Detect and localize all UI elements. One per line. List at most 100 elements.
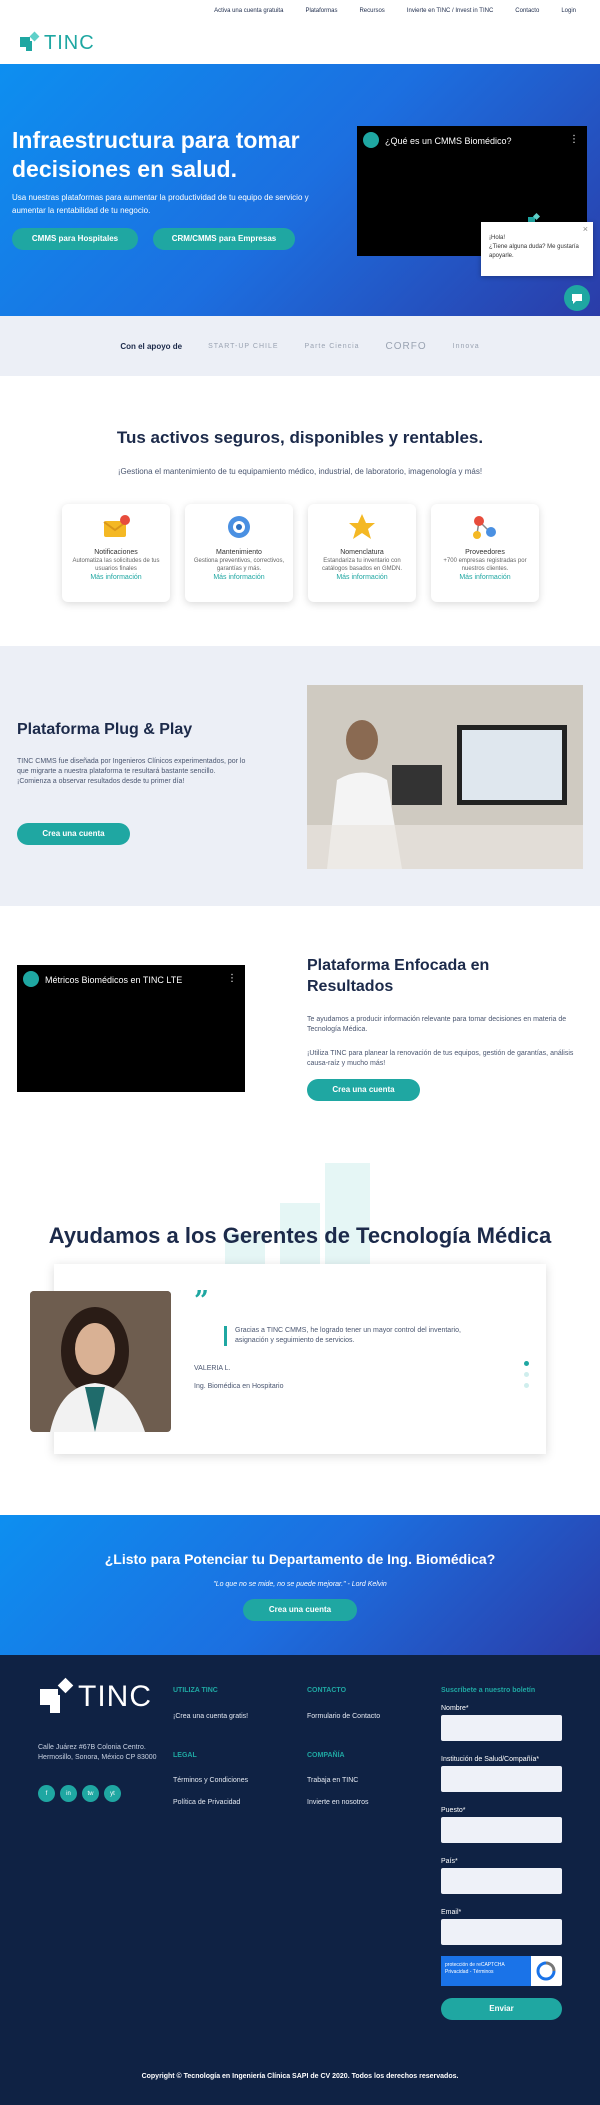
video-menu-icon[interactable]: ⋮ bbox=[569, 134, 579, 145]
create-account-button[interactable]: Crea una cuenta bbox=[307, 1079, 420, 1101]
footer-terms-link[interactable]: Términos y Condiciones bbox=[173, 1777, 248, 1784]
nav-invest-link[interactable]: Invierte en TINC / Invest in TINC bbox=[407, 8, 493, 14]
tinc-logo-icon bbox=[20, 31, 40, 51]
tinc-logo[interactable]: TINC bbox=[18, 31, 95, 55]
chat-greeting: ¡Hola! bbox=[489, 235, 506, 241]
decorative-bars bbox=[225, 1163, 370, 1273]
country-label: País* bbox=[441, 1858, 458, 1865]
recaptcha-icon bbox=[536, 1961, 556, 1981]
channel-icon bbox=[23, 971, 39, 987]
network-icon bbox=[473, 516, 496, 539]
card-title: Mantenimiento bbox=[216, 549, 262, 556]
results-paragraph-2: ¡Utiliza TINC para planear la renovación… bbox=[307, 1050, 574, 1067]
create-account-button[interactable]: Crea una cuenta bbox=[243, 1599, 357, 1621]
twitter-icon[interactable]: tw bbox=[82, 1785, 99, 1802]
position-field[interactable] bbox=[441, 1817, 562, 1843]
feature-card-providers[interactable]: Proveedores +700 empresas registradas po… bbox=[431, 504, 539, 602]
sponsor-corfo: CORFO bbox=[385, 340, 427, 352]
copyright: Copyright © Tecnología en Ingeniería Clí… bbox=[141, 2073, 459, 2080]
sponsor-startup-chile: START-UP CHILE bbox=[208, 342, 279, 350]
card-more-link[interactable]: Más información bbox=[62, 574, 170, 581]
facebook-icon[interactable]: f bbox=[38, 1785, 55, 1802]
doctor-photo bbox=[307, 685, 583, 869]
youtube-icon[interactable]: yt bbox=[104, 1785, 121, 1802]
footer-col-use-title: UTILIZA TINC bbox=[173, 1687, 218, 1694]
channel-icon bbox=[363, 132, 379, 148]
linkedin-icon[interactable]: in bbox=[60, 1785, 77, 1802]
results-section: Métricos Biomédicos en TINC LTE ⋮ Plataf… bbox=[0, 906, 600, 1143]
cmms-hospitals-button[interactable]: CMMS para Hospitales bbox=[12, 228, 138, 250]
support-strip: Con el apoyo de START-UP CHILE Parte Cie… bbox=[0, 316, 600, 376]
recaptcha-links[interactable]: Privacidad - Términos bbox=[445, 1969, 527, 1976]
hero-video-title: ¿Qué es un CMMS Biomédico? bbox=[385, 136, 512, 146]
carousel-dot[interactable] bbox=[524, 1383, 529, 1388]
close-icon[interactable]: × bbox=[583, 225, 588, 234]
feature-card-nomenclature[interactable]: Nomenclatura Estandariza tu inventario c… bbox=[308, 504, 416, 602]
card-description: Gestiona preventivos, correctivos, garan… bbox=[193, 558, 285, 572]
footer-contact-form-link[interactable]: Formulario de Contacto bbox=[307, 1713, 380, 1720]
name-field[interactable] bbox=[441, 1715, 562, 1741]
card-more-link[interactable]: Más información bbox=[431, 574, 539, 581]
nav-resources-link[interactable]: Recursos bbox=[359, 8, 384, 14]
footer: TINC Calle Juárez #67B Colonia Centro. H… bbox=[0, 1655, 600, 2105]
carousel-dot-active[interactable] bbox=[524, 1361, 529, 1366]
card-title: Nomenclatura bbox=[340, 549, 384, 556]
name-label: Nombre* bbox=[441, 1705, 469, 1712]
footer-address: Calle Juárez #67B Colonia Centro. Hermos… bbox=[38, 1744, 157, 1761]
nav-login-link[interactable]: Login bbox=[561, 8, 576, 14]
plug-play-section: Plataforma Plug & Play TINC CMMS fue dis… bbox=[0, 646, 600, 906]
chat-message: ¿Tiene alguna duda? Me gustaría apoyarle… bbox=[489, 244, 579, 259]
plug-title: Plataforma Plug & Play bbox=[17, 721, 193, 738]
cta-title: ¿Listo para Potenciar tu Departamento de… bbox=[104, 1551, 496, 1567]
social-links: f in tw yt bbox=[38, 1785, 121, 1802]
nav-free-account-link[interactable]: Activa una cuenta gratuita bbox=[214, 8, 283, 14]
feature-card-notifications[interactable]: Notificaciones Automatiza las solicitude… bbox=[62, 504, 170, 602]
assets-subtitle: ¡Gestiona el mantenimiento de tu equipam… bbox=[117, 467, 483, 476]
footer-invest-link[interactable]: Invierte en nosotros bbox=[307, 1799, 368, 1806]
carousel-dots bbox=[524, 1361, 529, 1394]
recaptcha-badge: protección de reCAPTCHA Privacidad - Tér… bbox=[441, 1956, 531, 1986]
card-title: Notificaciones bbox=[94, 549, 138, 556]
hero-section: Infraestructura para tomar decisiones en… bbox=[0, 64, 600, 316]
hero-title: Infraestructura para tomar decisiones en… bbox=[12, 127, 300, 182]
footer-logo-text: TINC bbox=[78, 1680, 152, 1713]
support-label: Con el apoyo de bbox=[120, 341, 183, 351]
footer-logo[interactable]: TINC bbox=[38, 1677, 152, 1717]
metrics-video[interactable]: Métricos Biomédicos en TINC LTE ⋮ bbox=[17, 965, 245, 1092]
card-more-link[interactable]: Más información bbox=[185, 574, 293, 581]
footer-free-account-link[interactable]: ¡Crea una cuenta gratis! bbox=[173, 1713, 248, 1720]
card-more-link[interactable]: Más información bbox=[308, 574, 416, 581]
create-account-button[interactable]: Crea una cuenta bbox=[17, 823, 130, 845]
footer-privacy-link[interactable]: Política de Privacidad bbox=[173, 1799, 240, 1806]
recaptcha-widget[interactable]: protección de reCAPTCHA Privacidad - Tér… bbox=[441, 1956, 562, 1986]
managers-section: Ayudamos a los Gerentes de Tecnología Mé… bbox=[0, 1143, 600, 1515]
gear-icon bbox=[228, 516, 250, 538]
send-button[interactable]: Enviar bbox=[441, 1998, 562, 2020]
plug-text: TINC CMMS fue diseñada por Ingenieros Cl… bbox=[17, 758, 246, 785]
nav-platforms-link[interactable]: Plataformas bbox=[305, 8, 337, 14]
footer-col-contact-title: CONTACTO bbox=[307, 1687, 347, 1694]
footer-careers-link[interactable]: Trabaja en TINC bbox=[307, 1777, 358, 1784]
sponsor-innova: Innova bbox=[452, 342, 480, 350]
chat-button[interactable] bbox=[564, 285, 590, 311]
position-label: Puesto* bbox=[441, 1807, 466, 1814]
footer-logo-icon bbox=[40, 1677, 74, 1713]
testimonial-photo bbox=[30, 1291, 171, 1432]
feature-card-maintenance[interactable]: Mantenimiento Gestiona preventivos, corr… bbox=[185, 504, 293, 602]
results-paragraph-1: Te ayudamos a producir información relev… bbox=[307, 1016, 567, 1033]
carousel-dot[interactable] bbox=[524, 1372, 529, 1377]
top-navigation: Activa una cuenta gratuita Plataformas R… bbox=[0, 0, 600, 22]
cta-section: ¿Listo para Potenciar tu Departamento de… bbox=[0, 1515, 600, 1655]
country-field[interactable] bbox=[441, 1868, 562, 1894]
card-title: Proveedores bbox=[465, 549, 505, 556]
assets-title: Tus activos seguros, disponibles y renta… bbox=[116, 428, 484, 447]
chat-popup[interactable]: × ¡Hola! ¿Tiene alguna duda? Me gustaría… bbox=[481, 222, 593, 276]
assets-section: Tus activos seguros, disponibles y renta… bbox=[0, 376, 600, 646]
nav-contact-link[interactable]: Contacto bbox=[515, 8, 539, 14]
institution-field[interactable] bbox=[441, 1766, 562, 1792]
video-menu-icon[interactable]: ⋮ bbox=[227, 973, 237, 984]
email-field[interactable] bbox=[441, 1919, 562, 1945]
email-label: Email* bbox=[441, 1909, 462, 1916]
crm-companies-button[interactable]: CRM/CMMS para Empresas bbox=[153, 228, 295, 250]
logo-text: TINC bbox=[44, 31, 95, 54]
